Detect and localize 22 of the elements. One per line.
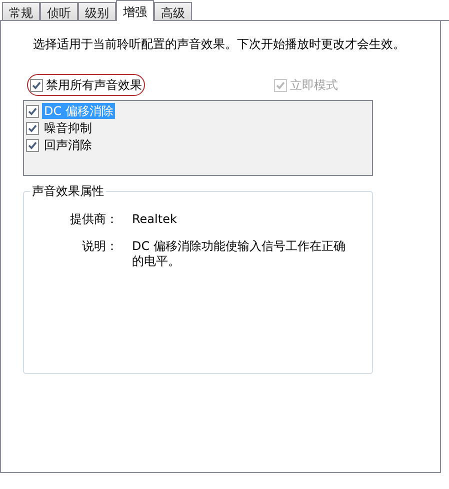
- checkbox-label: 禁用所有声音效果: [46, 77, 142, 94]
- tab[interactable]: 侦听: [40, 2, 78, 20]
- tab[interactable]: 增强: [116, 0, 154, 21]
- checkbox[interactable]: [26, 122, 39, 134]
- checkbox[interactable]: [30, 78, 43, 92]
- tab[interactable]: 常规: [2, 2, 40, 20]
- disable-all-checkbox-row[interactable]: 禁用所有声音效果: [27, 74, 145, 96]
- effect-item[interactable]: 回声消除: [42, 137, 94, 153]
- group-title: 声音效果属性: [30, 183, 106, 199]
- effect-item[interactable]: 噪音抑制: [42, 120, 94, 136]
- tab[interactable]: 高级: [154, 2, 192, 20]
- checkbox[interactable]: [26, 138, 39, 152]
- description-text: 选择适用于当前聆听配置的声音效果。下次开始播放时更改才会生效。: [32, 37, 406, 52]
- property-value: Realtek: [131, 212, 178, 227]
- tab[interactable]: 级别: [78, 2, 116, 20]
- property-value: DC 偏移消除功能使输入信号工作在正确的电平。: [131, 239, 346, 269]
- checkmark-icon: [276, 80, 285, 90]
- checkbox-label: 立即模式: [290, 77, 338, 94]
- checkbox[interactable]: [26, 104, 39, 118]
- checkmark-icon: [32, 80, 41, 90]
- property-label: 说明：: [81, 239, 118, 255]
- property-label: 提供商：: [69, 212, 118, 227]
